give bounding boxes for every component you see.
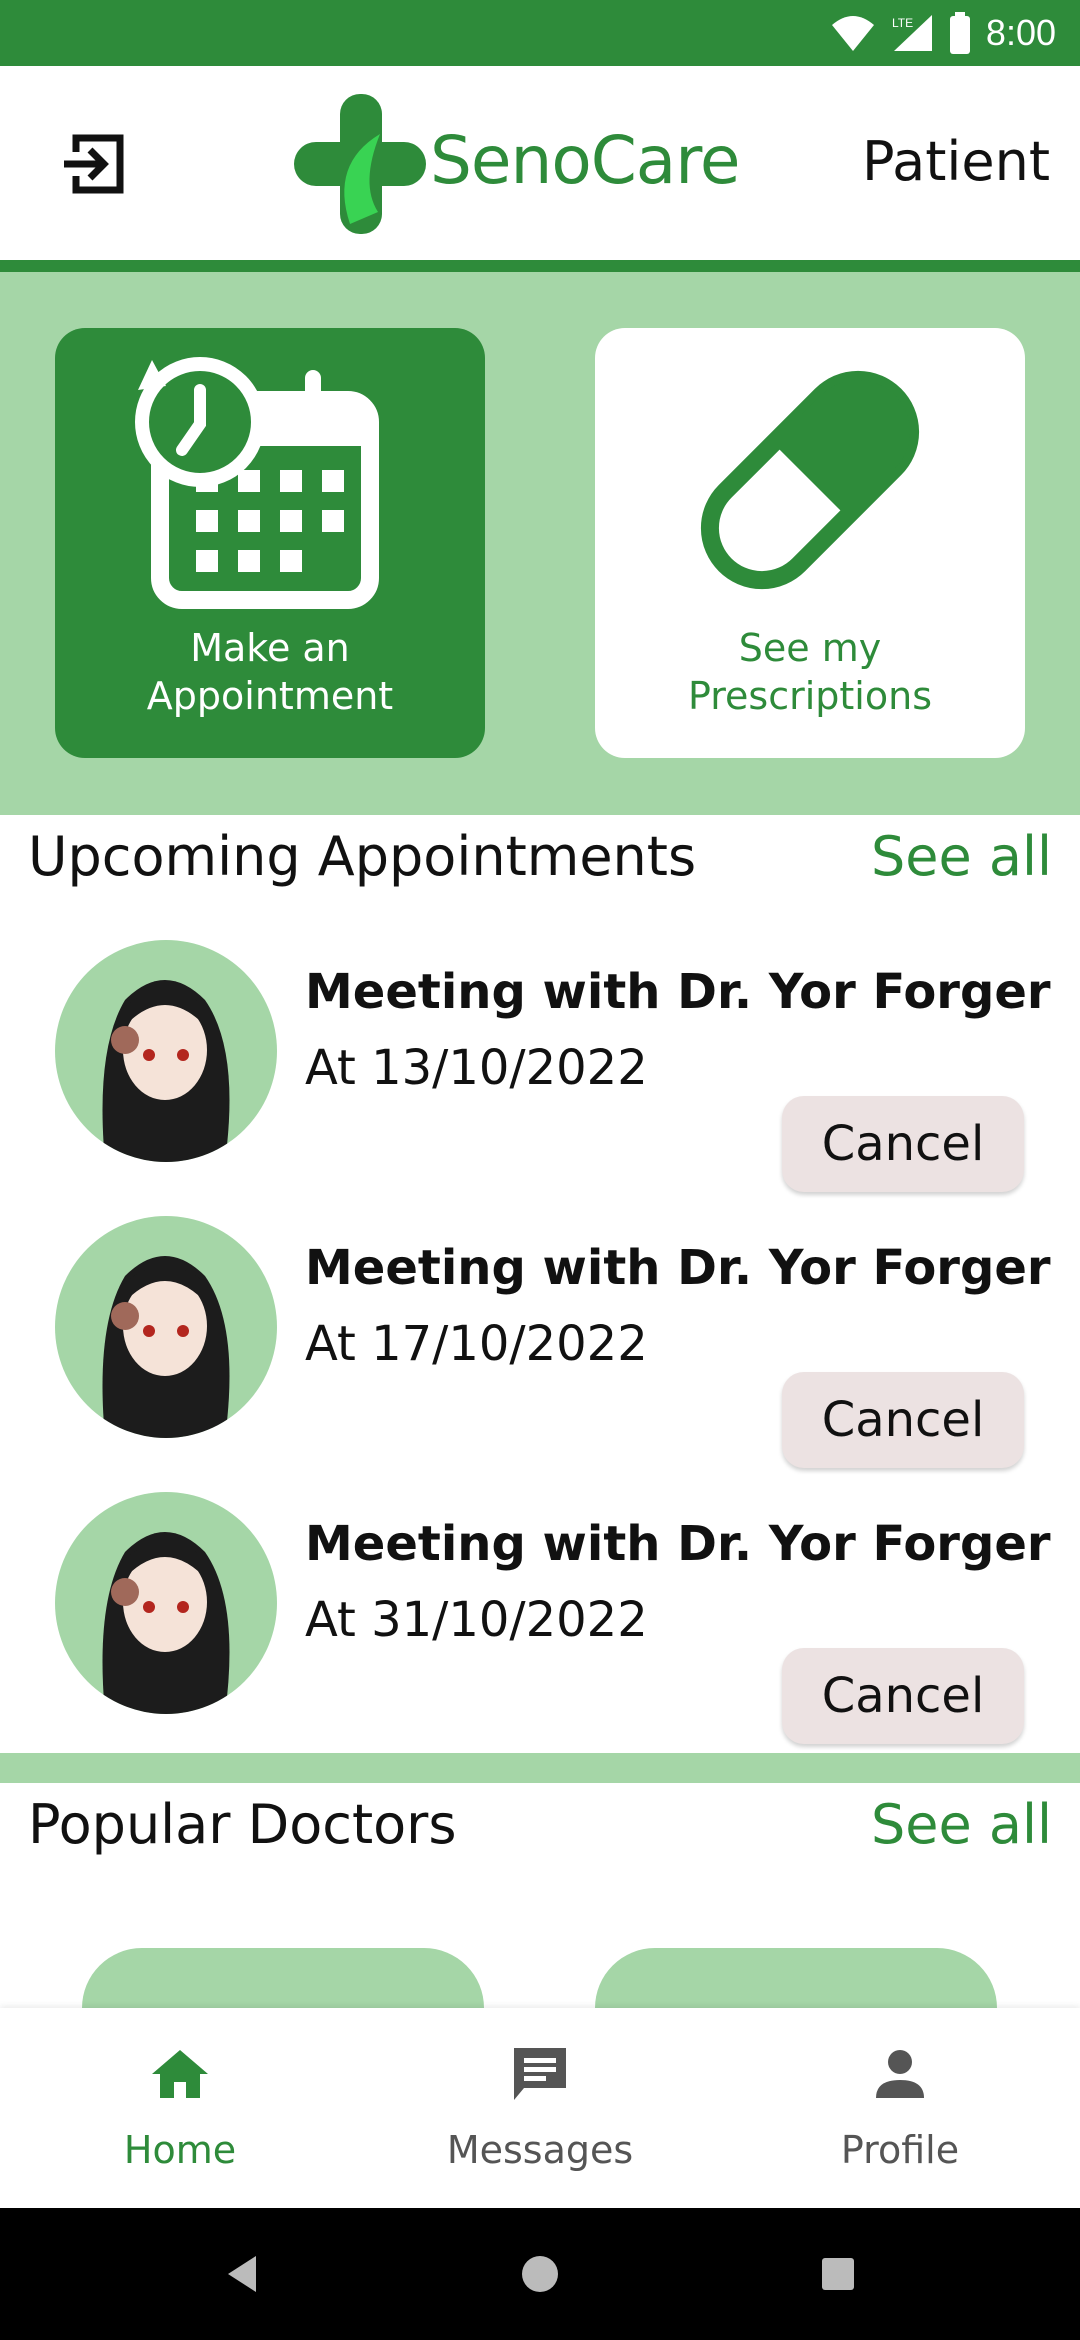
nav-profile-label: Profile [840,2128,960,2172]
popular-doctors-section: Popular Doctors See all [0,1783,1080,2088]
calendar-clock-icon [135,357,379,609]
make-appointment-tile[interactable]: Make an Appointment [55,328,485,758]
popular-see-all-link[interactable]: See all [871,1793,1052,1856]
brand-name: SenoCare [430,122,741,199]
doctor-portrait-icon [102,980,230,1162]
nav-messages[interactable]: Messages [390,2008,690,2208]
recents-icon[interactable] [816,2252,860,2296]
status-bar: LTE 8:00 [0,0,1080,66]
see-prescriptions-label: See my Prescriptions [688,626,932,718]
appointment-title: Meeting with Dr. Yor Forger [305,1516,1051,1572]
person-icon [876,2050,924,2098]
header-divider [0,260,1080,272]
cancel-button[interactable]: Cancel [782,1648,1024,1744]
cancel-button[interactable]: Cancel [782,1372,1024,1468]
status-time: 8:00 [985,12,1056,53]
make-appointment-label: Make an Appointment [146,626,394,718]
popular-title: Popular Doctors [28,1793,457,1856]
role-label: Patient [861,130,1050,193]
svg-text:LTE: LTE [892,16,913,30]
doctor-avatar [55,940,277,1162]
appointment-item[interactable]: Meeting with Dr. Yor Forger At 13/10/202… [0,940,1080,1216]
appointment-date: At 17/10/2022 [305,1316,648,1372]
upcoming-appointments-section: Upcoming Appointments See all Meeting wi… [0,815,1080,1753]
nav-profile[interactable]: Profile [750,2008,1050,2208]
home-circle-icon[interactable] [518,2252,562,2296]
home-icon [152,2050,208,2098]
upcoming-title: Upcoming Appointments [28,825,697,888]
doctor-portrait-icon [102,1256,230,1438]
signal-icon: LTE [892,15,932,51]
doctor-avatar [55,1492,277,1714]
system-navigation-bar [0,2208,1080,2340]
appointment-item[interactable]: Meeting with Dr. Yor Forger At 31/10/202… [0,1492,1080,1768]
appointment-date: At 13/10/2022 [305,1040,648,1096]
nav-messages-label: Messages [446,2128,634,2172]
back-icon[interactable] [220,2252,264,2296]
doctor-portrait-icon [102,1532,230,1714]
battery-icon [949,12,970,54]
nav-home-label: Home [123,2128,237,2172]
brand-logo: SenoCare [290,94,760,234]
app-bar: SenoCare Patient [0,66,1080,260]
appointment-date: At 31/10/2022 [305,1592,648,1648]
bottom-navigation: Home Messages Profile [0,2008,1080,2208]
see-prescriptions-tile[interactable]: See my Prescriptions [595,328,1025,758]
nav-home[interactable]: Home [30,2008,330,2208]
medical-cross-icon [294,94,426,234]
pill-icon [700,370,920,590]
logout-button[interactable] [58,128,130,200]
message-icon [514,2048,566,2100]
doctor-avatar [55,1216,277,1438]
logout-icon [64,134,124,194]
appointment-item[interactable]: Meeting with Dr. Yor Forger At 17/10/202… [0,1216,1080,1492]
wifi-icon [831,16,874,51]
appointment-title: Meeting with Dr. Yor Forger [305,1240,1051,1296]
cancel-button[interactable]: Cancel [782,1096,1024,1192]
appointment-title: Meeting with Dr. Yor Forger [305,964,1051,1020]
upcoming-see-all-link[interactable]: See all [871,825,1052,888]
